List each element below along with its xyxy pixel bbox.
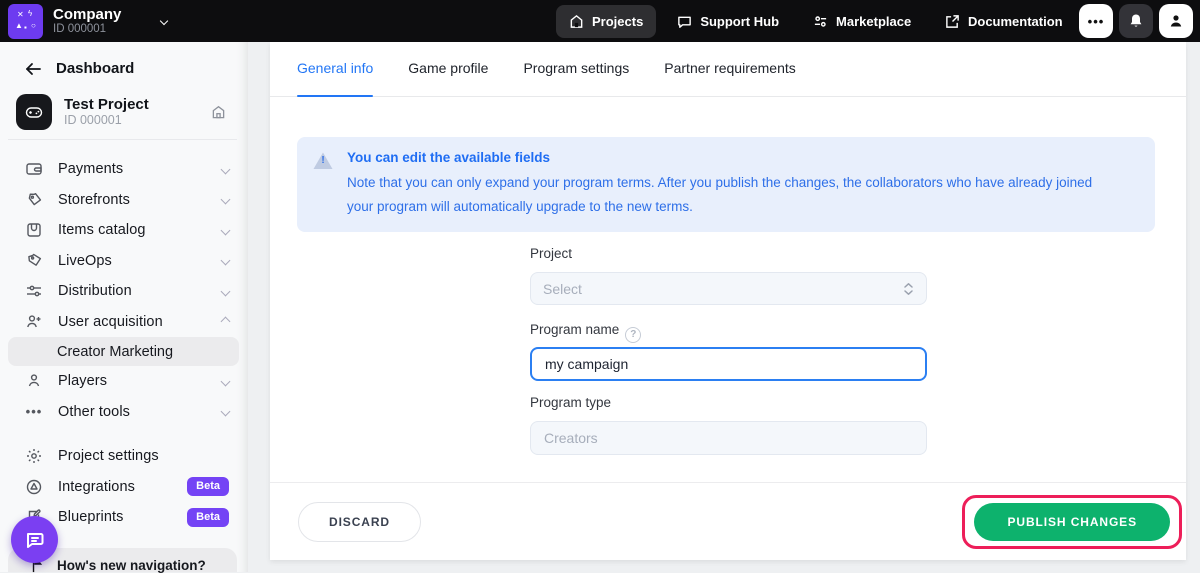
feedback-label: How's new navigation? bbox=[57, 558, 206, 573]
top-bar: ✕ϟ ▲▪○ Company ID 000001 Projects Suppor… bbox=[0, 0, 1200, 42]
company-switcher[interactable]: ✕ϟ ▲▪○ Company ID 000001 bbox=[0, 4, 167, 39]
sidebar-menu: Payments Storefronts Items catalog LiveO… bbox=[8, 154, 239, 533]
gear-icon bbox=[25, 447, 43, 465]
bell-icon bbox=[1128, 13, 1144, 29]
chevron-down-icon bbox=[221, 256, 231, 266]
info-banner: ! You can edit the available fields Note… bbox=[297, 137, 1155, 232]
sidebar-item-user-acquisition[interactable]: User acquisition bbox=[8, 307, 239, 338]
program-type-input[interactable] bbox=[530, 421, 927, 455]
nav-support-hub-label: Support Hub bbox=[700, 14, 779, 29]
sidebar-item-other-tools[interactable]: ••• Other tools bbox=[8, 397, 239, 428]
back-to-dashboard[interactable]: Dashboard bbox=[24, 60, 134, 77]
back-arrow-icon bbox=[24, 61, 42, 77]
sidebar: Dashboard Test Project ID 000001 Payment… bbox=[0, 42, 248, 572]
sidebar-item-integrations[interactable]: Integrations Beta bbox=[8, 472, 239, 503]
sidebar-divider bbox=[8, 139, 237, 140]
program-name-input[interactable] bbox=[530, 347, 927, 381]
project-select-placeholder: Select bbox=[543, 281, 582, 297]
top-navigation: Projects Support Hub Marketplace bbox=[556, 0, 924, 42]
nav-support-hub[interactable]: Support Hub bbox=[664, 5, 792, 38]
integrations-icon bbox=[25, 478, 43, 496]
banner-body: Note that you can only expand your progr… bbox=[347, 171, 1115, 218]
nav-marketplace[interactable]: Marketplace bbox=[800, 5, 924, 38]
publish-changes-button[interactable]: PUBLISH CHANGES bbox=[974, 503, 1170, 541]
chat-fab-button[interactable] bbox=[11, 516, 58, 563]
chevron-down-icon[interactable] bbox=[160, 17, 168, 25]
notifications-button[interactable] bbox=[1119, 4, 1153, 38]
tab-general-info[interactable]: General info bbox=[297, 60, 373, 96]
external-link-icon bbox=[945, 14, 960, 29]
program-name-label: Program name? bbox=[530, 322, 641, 343]
help-icon[interactable]: ? bbox=[625, 327, 641, 343]
main-content: General info Game profile Program settin… bbox=[270, 42, 1186, 560]
user-icon bbox=[1168, 13, 1184, 29]
chat-icon bbox=[677, 14, 692, 29]
wallet-icon bbox=[25, 160, 43, 178]
app-body: Dashboard Test Project ID 000001 Payment… bbox=[0, 42, 1200, 572]
marketplace-icon bbox=[813, 14, 828, 29]
beta-badge: Beta bbox=[187, 477, 229, 496]
sidebar-item-liveops[interactable]: LiveOps bbox=[8, 246, 239, 277]
ellipsis-icon: ••• bbox=[1088, 14, 1105, 29]
nav-documentation[interactable]: Documentation bbox=[932, 5, 1076, 38]
sliders-icon bbox=[25, 282, 43, 300]
project-name: Test Project bbox=[64, 96, 149, 113]
program-type-label: Program type bbox=[530, 395, 611, 410]
beta-badge: Beta bbox=[187, 508, 229, 527]
company-logo: ✕ϟ ▲▪○ bbox=[8, 4, 43, 39]
warning-icon: ! bbox=[312, 151, 334, 171]
home-icon bbox=[569, 14, 584, 29]
project-switcher[interactable]: Test Project ID 000001 bbox=[16, 94, 232, 130]
sidebar-spacer bbox=[8, 427, 239, 441]
project-select[interactable]: Select bbox=[530, 272, 927, 305]
project-home-icon[interactable] bbox=[211, 105, 226, 119]
company-name: Company bbox=[53, 7, 121, 23]
sidebar-item-players[interactable]: Players bbox=[8, 366, 239, 397]
chevron-down-icon bbox=[221, 195, 231, 205]
chat-bubble-icon bbox=[23, 528, 47, 552]
tab-bar: General info Game profile Program settin… bbox=[270, 42, 1186, 97]
sidebar-item-creator-marketing[interactable]: Creator Marketing bbox=[8, 337, 239, 366]
sidebar-item-payments[interactable]: Payments bbox=[8, 154, 239, 185]
dots-icon: ••• bbox=[25, 403, 43, 421]
select-stepper-icon bbox=[903, 282, 914, 296]
sidebar-item-project-settings[interactable]: Project settings bbox=[8, 441, 239, 472]
top-actions: ••• bbox=[1079, 4, 1193, 38]
back-label: Dashboard bbox=[56, 60, 134, 77]
tab-partner-requirements[interactable]: Partner requirements bbox=[664, 60, 796, 96]
storefront-icon bbox=[25, 191, 43, 209]
nav-documentation-label: Documentation bbox=[968, 14, 1063, 29]
tab-game-profile[interactable]: Game profile bbox=[408, 60, 488, 96]
more-options-button[interactable]: ••• bbox=[1079, 4, 1113, 38]
company-id: ID 000001 bbox=[53, 23, 121, 36]
chevron-down-icon bbox=[221, 376, 231, 386]
chevron-down-icon bbox=[221, 407, 231, 417]
discard-button[interactable]: DISCARD bbox=[298, 502, 421, 542]
nav-projects[interactable]: Projects bbox=[556, 5, 656, 38]
liveops-icon bbox=[25, 252, 43, 270]
sidebar-item-storefronts[interactable]: Storefronts bbox=[8, 185, 239, 216]
user-plus-icon bbox=[25, 313, 43, 331]
project-field-label: Project bbox=[530, 246, 572, 261]
banner-title: You can edit the available fields bbox=[347, 150, 1115, 165]
chevron-down-icon bbox=[221, 286, 231, 296]
catalog-box-icon bbox=[25, 221, 43, 239]
chevron-down-icon bbox=[221, 164, 231, 174]
chevron-down-icon bbox=[221, 225, 231, 235]
project-id: ID 000001 bbox=[64, 113, 149, 128]
account-button[interactable] bbox=[1159, 4, 1193, 38]
form-footer: DISCARD PUBLISH CHANGES bbox=[270, 482, 1186, 560]
gamepad-icon bbox=[16, 94, 52, 130]
top-doc-link: Documentation bbox=[932, 0, 1076, 42]
annotation-highlight-box: PUBLISH CHANGES bbox=[962, 495, 1182, 549]
chevron-up-icon bbox=[221, 317, 231, 327]
sidebar-item-distribution[interactable]: Distribution bbox=[8, 276, 239, 307]
sidebar-item-items-catalog[interactable]: Items catalog bbox=[8, 215, 239, 246]
nav-projects-label: Projects bbox=[592, 14, 643, 29]
person-icon bbox=[25, 372, 43, 390]
tab-program-settings[interactable]: Program settings bbox=[523, 60, 629, 96]
nav-marketplace-label: Marketplace bbox=[836, 14, 911, 29]
